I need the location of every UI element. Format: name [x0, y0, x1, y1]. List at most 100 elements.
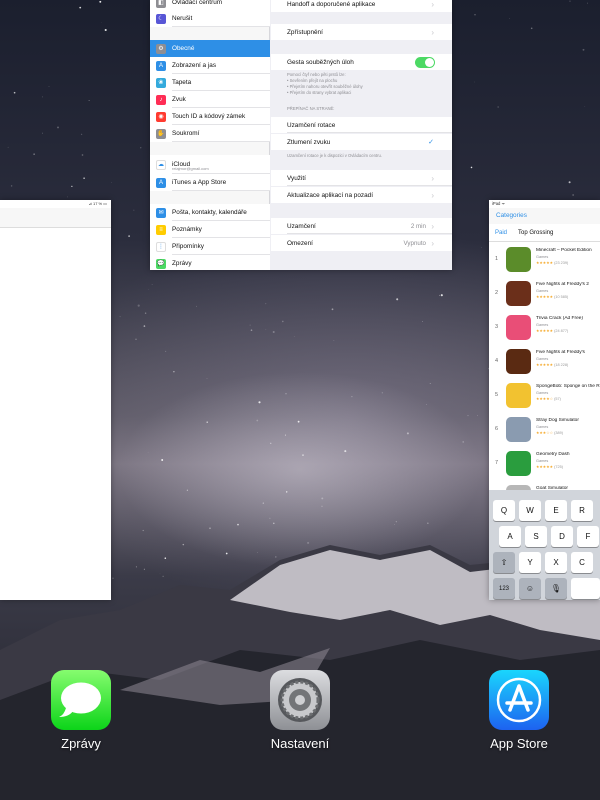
row-usage[interactable]: Využití ›	[271, 170, 452, 186]
sidebar-icon: ≡	[156, 224, 166, 235]
app-name: Trivia Crack (Ad Free)	[536, 316, 583, 321]
row-accessibility[interactable]: Zpřístupnění ›	[271, 24, 452, 40]
sidebar-icon: ◉	[156, 111, 166, 122]
sidebar-item[interactable]: ◉ Touch ID a kódový zámek	[150, 108, 270, 125]
sidebar-item[interactable]: ♪ Zvuk	[150, 91, 270, 108]
row-background-refresh[interactable]: Aktualizace aplikací na pozadí ›	[271, 187, 452, 203]
settings-icon[interactable]	[270, 670, 330, 730]
divider	[287, 233, 452, 234]
app-store-card[interactable]: iPad ᯤ Categories Paid Top Grossing 1 Min…	[489, 200, 600, 600]
row-lock-rotation[interactable]: Uzamčení rotace	[271, 117, 452, 133]
keyboard-key[interactable]: ☺	[519, 578, 541, 599]
app-name: Stray Dog Simulator	[536, 418, 579, 423]
blank-app-card[interactable]: ⊿ 17 % ▭	[0, 200, 111, 600]
sidebar-icon: ☁	[156, 159, 166, 170]
star	[206, 421, 208, 423]
sidebar-item[interactable]: ✉ Pošta, kontakty, kalendáře	[150, 204, 270, 221]
star	[135, 566, 137, 568]
star	[81, 154, 84, 156]
star	[568, 181, 571, 184]
star	[88, 99, 90, 101]
keyboard-key[interactable]: Q	[493, 500, 515, 521]
sidebar-item[interactable]: ❀ Tapeta	[150, 74, 270, 91]
sidebar-item-label: Soukromí	[172, 130, 200, 137]
row-multitask-gestures[interactable]: Gesta souběžných úloh	[271, 54, 452, 70]
list-item[interactable]: 3 Trivia Crack (Ad Free) Games ★★★★★ (24 87…	[489, 310, 600, 344]
star	[79, 6, 82, 9]
star	[429, 383, 431, 384]
space-key[interactable]	[571, 578, 600, 599]
keyboard-key[interactable]: A	[499, 526, 521, 547]
app-store-icon[interactable]	[489, 670, 549, 730]
multitask-toggle[interactable]	[415, 57, 435, 68]
tab-paid[interactable]: Paid	[495, 230, 507, 236]
app-rank: 1	[495, 256, 499, 262]
keyboard-key[interactable]: S	[525, 526, 547, 547]
row-handoff[interactable]: Handoff a doporučené aplikace ›	[271, 0, 452, 12]
keyboard-key[interactable]: D	[551, 526, 573, 547]
keyboard-key[interactable]: X	[545, 552, 567, 573]
star	[344, 450, 347, 453]
row-mute[interactable]: Ztlumení zvuku ✓	[271, 134, 452, 150]
app-rating: ★★★★☆ (57)	[536, 396, 561, 401]
categories-button[interactable]: Categories	[496, 212, 527, 219]
row-usage-label: Využití	[287, 174, 306, 182]
app-rank: 5	[495, 392, 499, 398]
sidebar-icon: ♪	[156, 94, 166, 105]
row-autolock[interactable]: Uzamčení 2 min ›	[271, 218, 452, 234]
sidebar-item[interactable]: A Zobrazení a jas	[150, 57, 270, 74]
messages-icon[interactable]	[51, 670, 111, 730]
star	[381, 392, 383, 394]
sidebar-item[interactable]: ☁ iCloud relajmor@gmail.com	[150, 155, 270, 174]
store-segment-tabs: Paid Top Grossing	[489, 224, 600, 242]
star	[331, 308, 334, 311]
keyboard-key[interactable]: Y	[519, 552, 541, 573]
list-item[interactable]: 4 Five Nights at Freddy's Games ★★★★★ (18 2…	[489, 344, 600, 378]
keyboard-key[interactable]: ⇧	[493, 552, 515, 573]
chevron-right-icon: ›	[431, 0, 434, 9]
sidebar-item[interactable]: ⚙ Obecné	[150, 40, 270, 57]
app-rank: 3	[495, 324, 499, 330]
star	[582, 48, 585, 51]
keyboard-key[interactable]: 🎙	[545, 578, 567, 599]
sidebar-item[interactable]: ☾ Nerušit	[150, 10, 270, 27]
keyboard-key[interactable]: W	[519, 500, 541, 521]
row-restrictions[interactable]: Omezení Vypnuto ›	[271, 235, 452, 251]
app-rating: ★★★★★ (18 228)	[536, 362, 568, 367]
list-item[interactable]: 1 Minecraft – Pocket Edition Games ★★★★★ (2…	[489, 242, 600, 276]
chevron-right-icon: ›	[431, 238, 434, 248]
row-autolock-label: Uzamčení	[287, 222, 316, 230]
star	[285, 491, 288, 493]
sidebar-icon: ⋮	[156, 241, 166, 252]
keyboard-key[interactable]: F	[577, 526, 599, 547]
sidebar-item[interactable]: ≡ Poznámky	[150, 221, 270, 238]
sidebar-item[interactable]: ✋ Soukromí	[150, 125, 270, 142]
keyboard-key[interactable]: R	[571, 500, 593, 521]
list-item[interactable]: 6 Stray Dog Simulator Games ★★★☆☆ (389)	[489, 412, 600, 446]
tab-top-grossing[interactable]: Top Grossing	[518, 230, 553, 236]
rating-count: (725)	[554, 465, 563, 469]
keyboard-key[interactable]: C	[571, 552, 593, 573]
list-item[interactable]: 5 SpongeBob: Sponge on the Run Games ★★★★☆ …	[489, 378, 600, 412]
sidebar-item-label: Ovládací centrum	[172, 0, 223, 6]
star	[281, 320, 284, 323]
checkmark-icon: ✓	[428, 139, 434, 146]
app-category: Games	[536, 323, 549, 327]
app-rank: 6	[495, 426, 499, 432]
sidebar-item[interactable]: AiTunes a App Store	[150, 174, 270, 191]
list-item[interactable]: 2 Five Nights at Freddy's 2 Games ★★★★★ (10…	[489, 276, 600, 310]
app-rating: ★★★★★ (24 877)	[536, 328, 568, 333]
star	[406, 432, 409, 435]
sidebar-item[interactable]: 💬 Zprávy	[150, 255, 270, 270]
list-item[interactable]: 7 Geometry Dash Games ★★★★★ (725)	[489, 446, 600, 480]
rating-count: (57)	[554, 397, 561, 401]
sidebar-item[interactable]: ⋮ Připomínky	[150, 238, 270, 255]
star	[265, 303, 267, 305]
star	[80, 133, 83, 135]
app-icon	[506, 417, 531, 442]
keyboard: Q W E R A S D F ⇧ Y X C 123 ☺ 🎙	[489, 490, 600, 600]
settings-app-card[interactable]: ◧ Ovládací centrum ☾ Nerušit ⚙ Obecné A Zobraze…	[150, 0, 452, 270]
keyboard-key[interactable]: 123	[493, 578, 515, 599]
speech-bubble-icon	[59, 682, 101, 717]
keyboard-key[interactable]: E	[545, 500, 567, 521]
